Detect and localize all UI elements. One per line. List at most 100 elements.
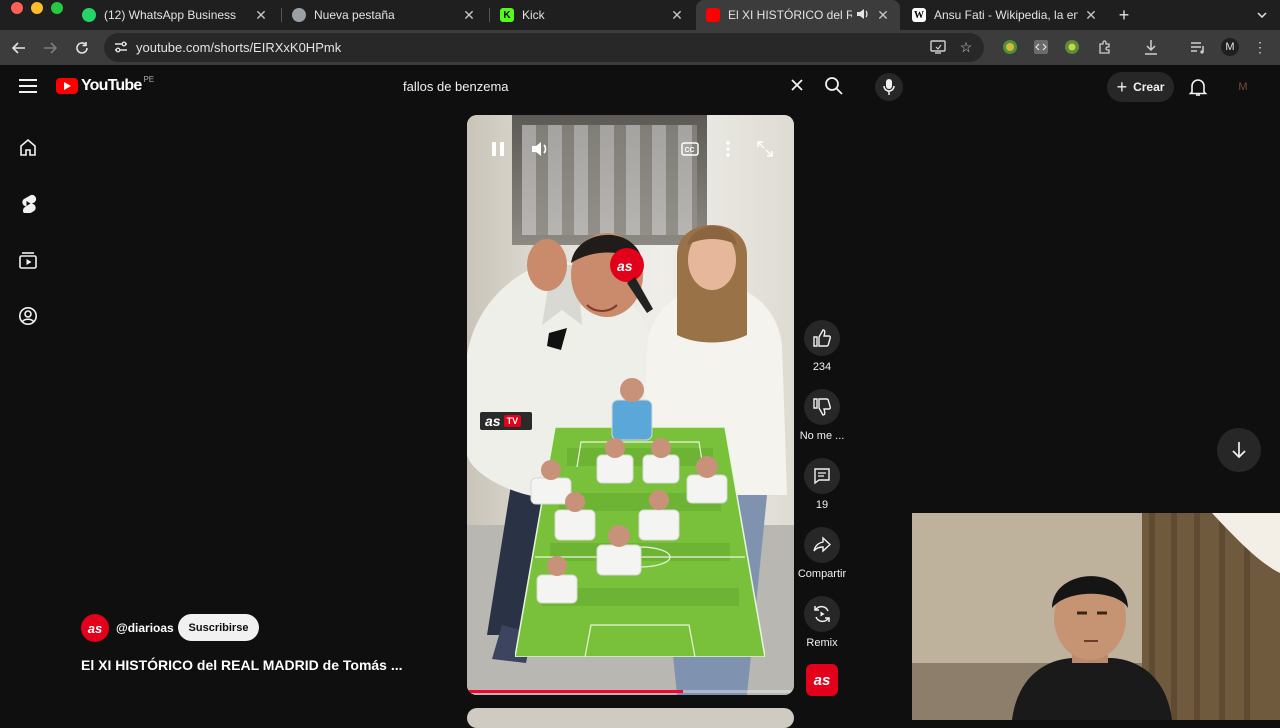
pause-icon[interactable]: [486, 137, 510, 161]
wikipedia-icon: W: [912, 8, 926, 22]
back-arrow-icon[interactable]: [7, 36, 31, 60]
close-tab-icon[interactable]: ✕: [254, 7, 268, 24]
tab-title: El XI HISTÓRICO del REAL: [728, 8, 852, 22]
media-controls-icon[interactable]: [1189, 38, 1207, 56]
cast-icon[interactable]: [929, 38, 947, 56]
tv-tag: TV: [503, 415, 522, 427]
notifications-bell-icon[interactable]: [1188, 77, 1208, 102]
youtube-logo[interactable]: YouTube PE: [56, 74, 155, 95]
share-arrow-icon: [813, 536, 831, 553]
extensions-puzzle-icon[interactable]: [1096, 38, 1114, 56]
close-tab-icon[interactable]: ✕: [670, 7, 684, 24]
channel-handle-link[interactable]: @diarioas: [116, 621, 174, 635]
search-icon[interactable]: [824, 76, 844, 101]
extension-color-icon[interactable]: [1063, 38, 1081, 56]
clear-search-icon[interactable]: [790, 76, 808, 96]
browser-toolbar: youtube.com/shorts/EIRXxK0HPmk ☆ M ⋮: [0, 30, 1280, 65]
dislike-button[interactable]: [804, 389, 840, 425]
comments-button[interactable]: [804, 458, 840, 494]
audio-playing-icon[interactable]: [856, 8, 870, 23]
next-short-preview[interactable]: [467, 708, 794, 728]
remix-label: Remix: [806, 637, 838, 649]
remix-icon: [814, 605, 830, 623]
search-input[interactable]: fallos de benzema: [403, 79, 509, 94]
volume-icon[interactable]: [528, 137, 552, 161]
share-label: Compartir: [797, 568, 847, 580]
you-account-icon[interactable]: [18, 306, 38, 326]
webcam-feed-image: [912, 513, 1280, 720]
menu-hamburger-icon[interactable]: [19, 79, 37, 93]
next-short-button[interactable]: [1217, 428, 1261, 472]
tab-title: Nueva pestaña: [314, 8, 395, 22]
voice-search-mic-icon[interactable]: [875, 73, 903, 101]
tab-title: (12) WhatsApp Business: [104, 8, 237, 22]
subscribe-button[interactable]: Suscribirse: [178, 614, 259, 641]
close-tab-icon[interactable]: ✕: [462, 7, 476, 24]
search-box[interactable]: fallos de benzema: [391, 71, 860, 103]
svg-text:as: as: [617, 258, 633, 274]
tab-youtube-active[interactable]: El XI HISTÓRICO del REAL ✕: [696, 0, 900, 30]
country-code: PE: [143, 74, 155, 84]
more-options-icon[interactable]: [716, 137, 740, 161]
video-progress-bar[interactable]: [467, 690, 794, 693]
tab-whatsapp[interactable]: (12) WhatsApp Business ✕: [72, 0, 278, 30]
close-window-button[interactable]: [11, 2, 23, 14]
whatsapp-icon: [82, 8, 96, 22]
svg-text:CC: CC: [685, 147, 695, 154]
youtube-icon: [706, 8, 720, 22]
tab-wikipedia[interactable]: W Ansu Fati - Wikipedia, la encic ✕: [902, 0, 1108, 30]
tab-title: Ansu Fati - Wikipedia, la encic: [934, 8, 1078, 22]
share-button[interactable]: [804, 527, 840, 563]
webcam-overlay: [912, 513, 1280, 720]
subscriptions-icon[interactable]: [18, 250, 38, 270]
profile-avatar[interactable]: M: [1221, 38, 1239, 56]
site-settings-icon[interactable]: [114, 40, 128, 57]
close-tab-icon[interactable]: ✕: [876, 7, 890, 24]
create-button[interactable]: + Crear: [1107, 72, 1174, 102]
home-icon[interactable]: [18, 137, 38, 157]
account-avatar[interactable]: M: [1234, 78, 1252, 96]
kick-icon: K: [500, 8, 514, 22]
channel-avatar[interactable]: as: [81, 614, 109, 642]
thumbs-down-icon: [813, 398, 831, 416]
tab-kick[interactable]: K Kick ✕: [490, 0, 694, 30]
arrow-down-icon: [1232, 442, 1246, 459]
create-label: Crear: [1133, 80, 1165, 94]
sound-channel-thumbnail[interactable]: as: [806, 664, 838, 696]
maximize-window-button[interactable]: [51, 2, 63, 14]
as-brand-text: as: [485, 413, 501, 429]
video-progress-fill: [467, 690, 683, 693]
downloads-icon[interactable]: [1142, 38, 1160, 56]
captions-cc-icon[interactable]: CC: [678, 137, 702, 161]
chrome-icon: [292, 8, 306, 22]
tab-new-tab[interactable]: Nueva pestaña ✕: [282, 0, 486, 30]
minimize-window-button[interactable]: [31, 2, 43, 14]
thumbs-up-icon: [813, 329, 831, 347]
fullscreen-expand-icon[interactable]: [753, 137, 777, 161]
youtube-play-icon: [56, 78, 78, 94]
close-tab-icon[interactable]: ✕: [1084, 7, 1098, 24]
chrome-menu-icon[interactable]: ⋮: [1251, 38, 1269, 56]
browser-tab-strip: (12) WhatsApp Business ✕ Nueva pestaña ✕…: [0, 0, 1280, 30]
youtube-header: YouTube PE fallos de benzema + Crear M: [0, 65, 1280, 111]
dislike-label: No me ...: [799, 430, 845, 442]
extension-globe-icon[interactable]: [1001, 38, 1019, 56]
short-title[interactable]: El XI HISTÓRICO del REAL MADRID de Tomás…: [81, 657, 426, 673]
like-count: 234: [812, 361, 832, 373]
address-bar[interactable]: youtube.com/shorts/EIRXxK0HPmk: [104, 33, 984, 62]
forward-arrow-icon[interactable]: [38, 36, 62, 60]
shorts-icon[interactable]: [18, 193, 38, 215]
comment-count: 19: [815, 499, 829, 511]
new-tab-button[interactable]: +: [1110, 0, 1138, 30]
bookmark-star-icon[interactable]: ☆: [957, 38, 975, 56]
remix-button[interactable]: [804, 596, 840, 632]
tab-search-chevron-icon[interactable]: [1250, 0, 1274, 30]
reload-icon[interactable]: [70, 36, 94, 60]
shorts-video-player[interactable]: as as TV CC: [467, 115, 794, 695]
like-button[interactable]: [804, 320, 840, 356]
logo-wordmark: YouTube: [81, 77, 142, 94]
tab-title: Kick: [522, 8, 545, 22]
extension-code-icon[interactable]: [1032, 38, 1050, 56]
comment-icon: [814, 468, 830, 485]
url-text: youtube.com/shorts/EIRXxK0HPmk: [136, 40, 342, 55]
